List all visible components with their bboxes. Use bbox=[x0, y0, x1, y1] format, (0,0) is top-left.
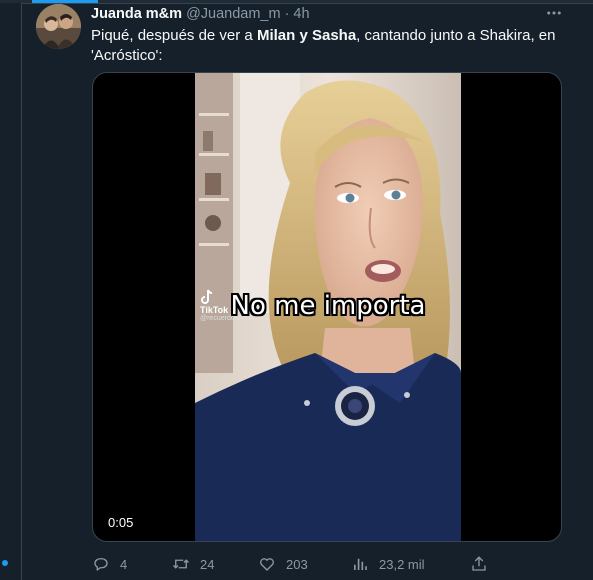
left-timeline-column bbox=[0, 0, 22, 580]
new-tweet-indicator-dot bbox=[2, 560, 8, 566]
tweet-divider bbox=[22, 3, 593, 4]
display-name[interactable]: Juanda m&m bbox=[91, 6, 182, 22]
video-timestamp: 0:05 bbox=[103, 513, 139, 532]
like-count: 203 bbox=[286, 556, 308, 572]
views-count: 23,2 mil bbox=[379, 556, 425, 572]
avatar[interactable] bbox=[36, 4, 81, 49]
more-icon[interactable] bbox=[545, 4, 563, 22]
retweet-button[interactable]: 24 bbox=[172, 553, 214, 575]
separator-dot: · bbox=[284, 6, 290, 22]
reply-icon bbox=[94, 558, 108, 571]
tweet-time[interactable]: 4h bbox=[293, 6, 309, 22]
video-caption: No me importa bbox=[230, 291, 426, 321]
tweet-text-part-1: Piqué, después de ver a bbox=[91, 27, 257, 44]
tweet-header: Juanda m&m @Juandam_m · 4h bbox=[91, 5, 310, 23]
like-button[interactable]: 203 bbox=[258, 553, 308, 575]
reply-count: 4 bbox=[120, 556, 128, 572]
tweet-text-bold-mention: Milan y Sasha bbox=[256, 27, 357, 44]
video-player[interactable]: TikTok @recuerdos906 No me importa 0:05 bbox=[92, 72, 562, 542]
retweet-count: 24 bbox=[200, 556, 215, 572]
video-frame: TikTok @recuerdos906 No me importa bbox=[195, 73, 461, 541]
share-button[interactable] bbox=[470, 553, 488, 575]
user-handle[interactable]: @Juandam_m bbox=[186, 6, 281, 22]
heart-icon bbox=[260, 558, 274, 571]
tweet-text: Piqué, después de ver a Milan y Sasha, c… bbox=[91, 26, 561, 66]
reply-button[interactable]: 4 bbox=[92, 553, 127, 575]
retweet-icon bbox=[173, 559, 189, 569]
tweet-actions: 4 24 203 23,2 mil bbox=[92, 553, 502, 575]
views-icon bbox=[354, 558, 367, 570]
share-icon bbox=[472, 556, 486, 571]
views-button[interactable]: 23,2 mil bbox=[351, 553, 425, 575]
